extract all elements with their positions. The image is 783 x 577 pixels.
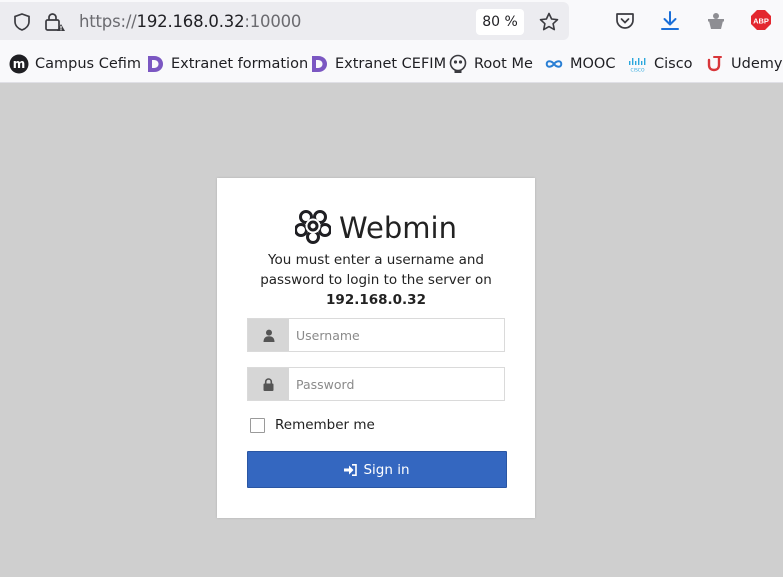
extranet-d-icon [309,54,329,74]
url-scheme: https:// [79,12,137,31]
adblock-label: ABP [753,16,769,25]
bookmark-label: Extranet formation [171,56,309,72]
download-icon[interactable] [659,10,681,36]
star-icon[interactable] [538,11,560,37]
password-input[interactable] [289,368,504,400]
brand-name: Webmin [339,211,457,245]
username-input[interactable] [289,319,504,351]
lock-icon [248,368,289,400]
bookmark-extranet-formation[interactable]: Extranet formation [145,53,308,75]
cisco-icon: CISCO [628,54,648,74]
sign-in-button[interactable]: Sign in [247,451,507,488]
root-me-icon [448,54,468,74]
url-host: 192.168.0.32 [136,12,245,31]
bookmark-extranet-cefim[interactable]: Extranet CEFIM [309,53,446,75]
login-message-text: You must enter a username and password t… [260,252,492,288]
webmin-logo-icon [294,208,333,248]
bookmark-udemy[interactable]: Udemy [705,53,782,75]
password-field [247,367,505,401]
remember-me-checkbox[interactable] [250,417,265,433]
zoom-indicator[interactable]: 80 % [476,9,524,35]
address-bar[interactable]: https://192.168.0.32:10000 80 % [0,2,569,40]
infinity-icon [544,54,564,74]
pocket-icon[interactable] [614,10,636,36]
adblock-icon[interactable]: ABP [750,9,772,35]
bookmark-mooc[interactable]: MOOC [544,53,615,75]
remember-me[interactable]: Remember me [250,417,375,433]
remember-me-label[interactable]: Remember me [275,417,375,433]
browser-toolbar: https://192.168.0.32:10000 80 % ABP [0,0,783,46]
url-text[interactable]: https://192.168.0.32:10000 [79,12,301,31]
extranet-d-icon [145,54,165,74]
bookmark-cisco[interactable]: CISCO Cisco [628,53,693,75]
user-icon [248,319,289,351]
bookmark-campus-cefim[interactable]: m Campus Cefim [9,53,141,75]
extension-icon[interactable] [705,10,727,36]
udemy-icon [705,54,725,74]
svg-text:m: m [13,57,26,71]
username-field [247,318,505,352]
bookmark-label: MOOC [570,56,616,72]
login-message: You must enter a username and password t… [257,250,495,310]
bookmark-label: Udemy [731,56,783,72]
bookmark-label: Cisco [654,56,693,72]
login-card: Webmin You must enter a username and pas… [217,178,535,518]
campus-cefim-icon: m [9,54,29,74]
server-address: 192.168.0.32 [326,292,426,308]
bookmark-label: Extranet CEFIM [335,56,447,72]
brand: Webmin [217,208,535,248]
sign-in-icon [344,463,358,476]
bookmarks-bar: m Campus Cefim Extranet formation Extran… [0,46,783,83]
url-port: :10000 [244,12,302,31]
lock-warning-icon[interactable] [44,12,66,36]
svg-text:CISCO: CISCO [630,68,644,74]
bookmark-label: Root Me [474,56,533,72]
bookmark-root-me[interactable]: Root Me [448,53,533,75]
shield-icon[interactable] [12,12,32,36]
bookmark-label: Campus Cefim [35,56,141,72]
sign-in-label: Sign in [363,461,410,478]
